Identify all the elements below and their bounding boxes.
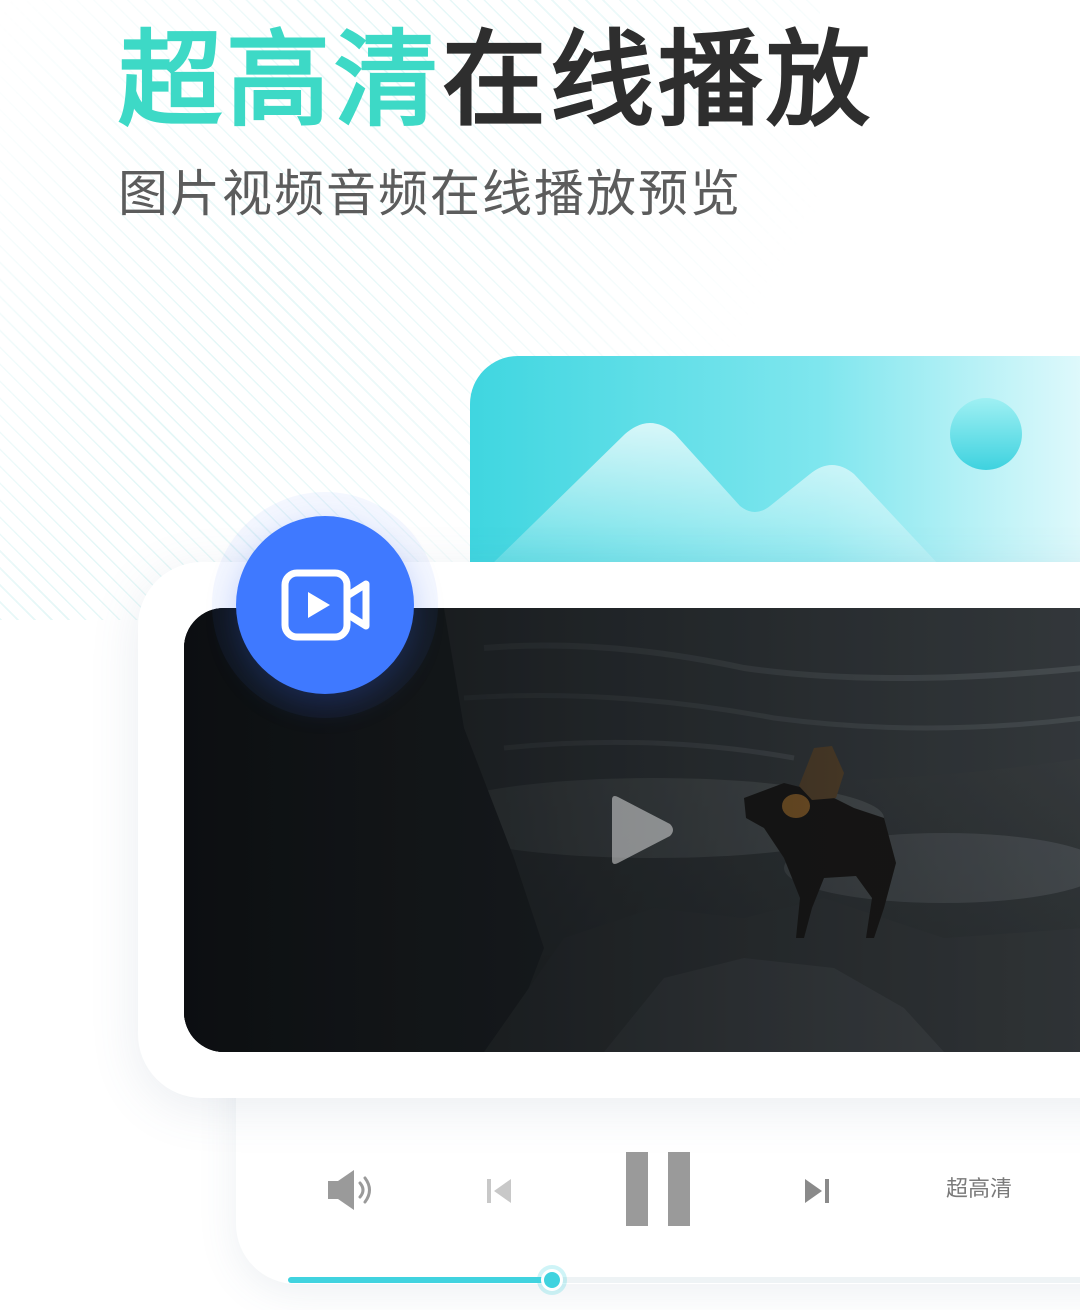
headline-accent: 超高清	[118, 19, 443, 141]
progress-bar[interactable]	[288, 1269, 1080, 1291]
headline-rest: 在线播放	[442, 19, 875, 141]
promo-page: 超高清在线播放 图片视频音频在线播放预览 超高清	[0, 0, 1080, 1310]
play-icon[interactable]	[606, 794, 676, 866]
headline: 超高清在线播放	[118, 18, 874, 142]
skip-next-icon[interactable]	[802, 1176, 832, 1206]
progress-thumb[interactable]	[541, 1269, 563, 1291]
speaker-icon[interactable]	[326, 1168, 378, 1212]
pause-icon[interactable]	[624, 1150, 692, 1228]
video-camera-icon	[236, 516, 414, 694]
subtitle: 图片视频音频在线播放预览	[118, 165, 742, 223]
quality-selector[interactable]: 超高清	[946, 1174, 1012, 1206]
progress-fill	[288, 1277, 552, 1283]
landscape-image-icon	[470, 356, 1080, 596]
skip-previous-icon[interactable]	[484, 1176, 514, 1206]
